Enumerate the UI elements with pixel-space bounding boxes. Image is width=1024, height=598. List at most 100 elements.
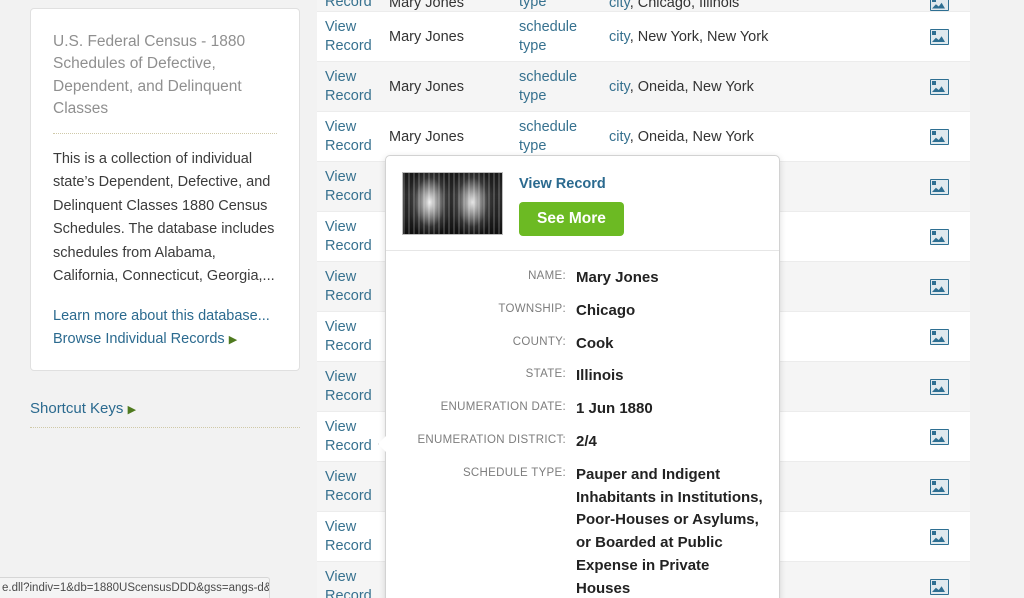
- schedule-type-link[interactable]: scheduletype: [519, 18, 577, 54]
- image-icon[interactable]: [929, 178, 949, 195]
- city-link[interactable]: city: [609, 79, 630, 95]
- browser-status-bar: e.dll?indiv=1&db=1880UScensusDDD&gss=ang…: [0, 577, 270, 598]
- image-icon[interactable]: [929, 528, 949, 545]
- cell-name: Mary Jones: [389, 128, 519, 145]
- view-record-link[interactable]: ViewRecord: [325, 568, 372, 598]
- city-link[interactable]: city: [609, 129, 630, 145]
- view-record-link[interactable]: ViewRecord: [325, 368, 372, 404]
- schedule-type-link[interactable]: scheduletype: [519, 118, 577, 154]
- cell-location: city, Oneida, New York: [609, 128, 909, 145]
- image-icon[interactable]: [929, 278, 949, 295]
- view-record-link[interactable]: ViewRecord: [325, 518, 372, 554]
- popup-header: View Record See More: [386, 156, 779, 251]
- cell-image: [909, 528, 969, 545]
- shortcut-keys-link[interactable]: Shortcut Keys ▶: [30, 400, 136, 417]
- sidebar: U.S. Federal Census - 1880 Schedules of …: [0, 0, 300, 598]
- cell-schedule-type: scheduletype: [519, 118, 609, 154]
- image-icon[interactable]: [929, 78, 949, 95]
- cell-schedule-type: scheduletype: [519, 18, 609, 54]
- cell-location: city, Chicago, Illinois: [609, 0, 909, 11]
- image-icon[interactable]: [929, 328, 949, 345]
- record-preview-popup: View Record See More NAME: Mary Jones TOWN…: [385, 155, 780, 598]
- popup-field: COUNTY: Cook: [402, 333, 763, 356]
- cell-schedule-type: scheduletype: [519, 68, 609, 104]
- triangle-right-icon: ▶: [228, 334, 238, 347]
- table-row[interactable]: View Record Mary Jones schedule type city, On…: [317, 62, 970, 112]
- image-icon[interactable]: [929, 478, 949, 495]
- view-record-link[interactable]: ViewRecord: [325, 68, 372, 104]
- cell-image: [909, 0, 969, 11]
- cell-image: [909, 28, 969, 45]
- browse-individual-records-link[interactable]: Browse Individual Records ▶: [53, 328, 277, 351]
- cell-view-record: ViewRecord: [317, 218, 389, 254]
- cell-view-record: ViewRecord: [317, 568, 389, 598]
- popup-field-label: COUNTY:: [512, 335, 566, 348]
- popup-field: SCHEDULE TYPE: Pauper and Indigent Inhabi…: [402, 464, 763, 598]
- view-record-link[interactable]: ViewRecord: [325, 0, 372, 11]
- cell-image: [909, 228, 969, 245]
- view-record-link[interactable]: ViewRecord: [325, 468, 372, 504]
- cell-location: city, New York, New York: [609, 28, 909, 45]
- learn-more-link[interactable]: Learn more about this database...: [53, 305, 277, 328]
- city-link[interactable]: city: [609, 0, 630, 11]
- image-icon[interactable]: [929, 28, 949, 45]
- shortcut-keys-label: Shortcut Keys: [30, 400, 124, 417]
- schedule-type-link[interactable]: scheduletype: [519, 68, 577, 104]
- popup-field: ENUMERATION DATE: 1 Jun 1880: [402, 398, 763, 421]
- record-name: Mary Jones: [389, 129, 464, 145]
- cell-view-record: ViewRecord: [317, 468, 389, 504]
- schedule-type-link[interactable]: scheduletype: [519, 0, 577, 11]
- popup-header-actions: View Record See More: [503, 172, 624, 236]
- divider: [30, 427, 300, 428]
- image-icon[interactable]: [929, 228, 949, 245]
- record-name: Mary Jones: [389, 0, 464, 11]
- image-icon[interactable]: [929, 578, 949, 595]
- cell-view-record: ViewRecord: [317, 68, 389, 104]
- cell-view-record: ViewRecord: [317, 18, 389, 54]
- image-icon[interactable]: [929, 428, 949, 445]
- view-record-link[interactable]: ViewRecord: [325, 118, 372, 154]
- cell-image: [909, 328, 969, 345]
- popup-field-value: Mary Jones: [576, 269, 659, 286]
- popup-field-value: 1 Jun 1880: [576, 400, 653, 418]
- view-record-link[interactable]: ViewRecord: [325, 168, 372, 204]
- view-record-link[interactable]: ViewRecord: [325, 418, 372, 454]
- cell-image: [909, 178, 969, 195]
- cell-image: [909, 478, 969, 495]
- cell-view-record: ViewRecord: [317, 318, 389, 354]
- popup-field: NAME: Mary Jones: [402, 267, 763, 290]
- popup-field-label: ENUMERATION DATE:: [440, 401, 566, 414]
- cell-name: Mary Jones: [389, 0, 519, 11]
- view-record-link[interactable]: ViewRecord: [325, 218, 372, 254]
- image-icon[interactable]: [929, 0, 949, 11]
- view-record-link[interactable]: ViewRecord: [325, 18, 372, 54]
- popup-field: STATE: Illinois: [402, 365, 763, 388]
- cell-location: city, Oneida, New York: [609, 78, 909, 95]
- shortcut-keys-section: Shortcut Keys ▶: [30, 400, 300, 428]
- record-location: city, Chicago, Illinois: [609, 0, 739, 11]
- popup-view-record-link[interactable]: View Record: [519, 176, 606, 192]
- popup-field-value: Chicago: [576, 301, 636, 319]
- popup-field-label: NAME:: [528, 270, 566, 282]
- see-more-button[interactable]: See More: [519, 202, 624, 236]
- cell-image: [909, 128, 969, 145]
- table-row[interactable]: ViewRecord Mary Jones scheduletype city, Ch…: [317, 0, 970, 12]
- cell-view-record: ViewRecord: [317, 368, 389, 404]
- city-link[interactable]: city: [609, 29, 630, 45]
- record-name: Mary Jones: [389, 29, 464, 45]
- popup-field-label: STATE:: [525, 368, 566, 381]
- table-row[interactable]: ViewRecord Mary Jones scheduletype city, Ne…: [317, 12, 970, 62]
- database-title: U.S. Federal Census - 1880 Schedules of …: [53, 33, 246, 118]
- image-icon[interactable]: [929, 128, 949, 145]
- triangle-right-icon: ▶: [127, 404, 137, 416]
- census-page-thumbnail[interactable]: [402, 172, 503, 235]
- cell-image: [909, 78, 969, 95]
- image-icon[interactable]: [929, 378, 949, 395]
- view-record-link[interactable]: ViewRecord: [325, 318, 372, 354]
- scroll-gutter[interactable]: [970, 0, 1024, 598]
- cell-image: [909, 278, 969, 295]
- popup-field: TOWNSHIP: Chicago: [402, 300, 763, 323]
- record-location: city, Oneida, New York: [609, 129, 754, 145]
- database-description: This is a collection of individual state…: [53, 150, 275, 285]
- view-record-link[interactable]: ViewRecord: [325, 268, 372, 304]
